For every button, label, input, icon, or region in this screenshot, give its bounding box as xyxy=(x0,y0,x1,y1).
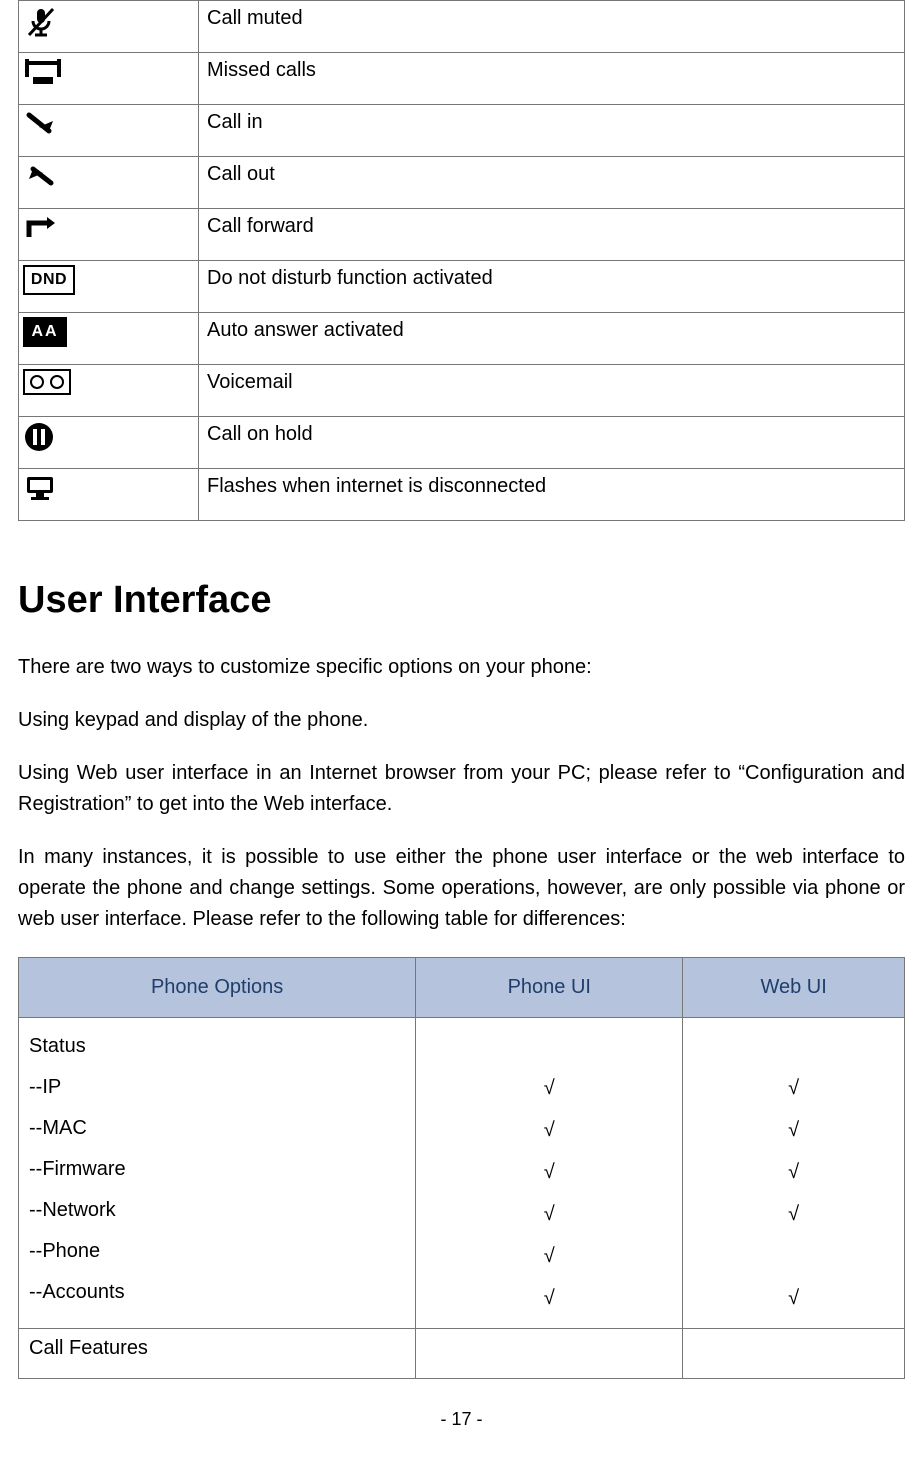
call-in-icon xyxy=(23,109,59,139)
section-title: User Interface xyxy=(18,579,905,622)
icon-label: Call muted xyxy=(199,1,905,53)
empty-cell xyxy=(683,1329,905,1379)
icon-label: Do not disturb function activated xyxy=(199,261,905,313)
paragraph: Using Web user interface in an Internet … xyxy=(18,758,905,820)
call-hold-icon xyxy=(23,421,55,453)
paragraph: There are two ways to customize specific… xyxy=(18,652,905,683)
check-mark: √ xyxy=(426,1278,672,1320)
mic-muted-icon xyxy=(23,5,59,41)
status-item: --MAC xyxy=(29,1108,405,1149)
status-group-title: Status xyxy=(29,1026,405,1067)
icon-cell xyxy=(19,417,199,469)
status-item: --Firmware xyxy=(29,1149,405,1190)
icon-cell xyxy=(19,1,199,53)
icon-label: Auto answer activated xyxy=(199,313,905,365)
icon-cell: AA xyxy=(19,313,199,365)
table-row: Voicemail xyxy=(19,365,905,417)
icon-cell xyxy=(19,53,199,105)
status-item: --Accounts xyxy=(29,1272,405,1313)
icon-cell xyxy=(19,105,199,157)
table-row: AA Auto answer activated xyxy=(19,313,905,365)
table-row: Call Features xyxy=(19,1329,905,1379)
status-item: --Network xyxy=(29,1190,405,1231)
check-mark: √ xyxy=(426,1236,672,1278)
icon-cell xyxy=(19,365,199,417)
check-mark: √ xyxy=(693,1068,894,1110)
table-row: DND Do not disturb function activated xyxy=(19,261,905,313)
table-row: Missed calls xyxy=(19,53,905,105)
col-header-web-ui: Web UI xyxy=(683,958,905,1018)
icon-label: Voicemail xyxy=(199,365,905,417)
status-item: --IP xyxy=(29,1067,405,1108)
table-row: Status --IP --MAC --Firmware --Network -… xyxy=(19,1018,905,1329)
icon-cell xyxy=(19,209,199,261)
check-mark: √ xyxy=(693,1152,894,1194)
icon-label: Call forward xyxy=(199,209,905,261)
icon-label: Call on hold xyxy=(199,417,905,469)
spacer xyxy=(693,1026,894,1068)
icon-label: Missed calls xyxy=(199,53,905,105)
col-header-options: Phone Options xyxy=(19,958,416,1018)
table-row: Call out xyxy=(19,157,905,209)
icon-cell xyxy=(19,157,199,209)
table-row: Call in xyxy=(19,105,905,157)
dnd-icon: DND xyxy=(23,265,75,295)
web-ui-cell: √ √ √ √ √ xyxy=(683,1018,905,1329)
spacer xyxy=(426,1026,672,1068)
status-item: --Phone xyxy=(29,1231,405,1272)
call-out-icon xyxy=(23,161,59,191)
internet-disconnected-icon xyxy=(23,473,57,503)
icon-label: Call in xyxy=(199,105,905,157)
paragraph: In many instances, it is possible to use… xyxy=(18,842,905,935)
paragraph: Using keypad and display of the phone. xyxy=(18,705,905,736)
check-mark: √ xyxy=(426,1194,672,1236)
missed-calls-icon xyxy=(23,57,63,87)
options-table: Phone Options Phone UI Web UI Status --I… xyxy=(18,957,905,1379)
check-mark xyxy=(693,1236,894,1278)
check-mark: √ xyxy=(426,1110,672,1152)
check-mark: √ xyxy=(693,1278,894,1320)
table-row: Flashes when internet is disconnected xyxy=(19,469,905,521)
check-mark: √ xyxy=(693,1194,894,1236)
auto-answer-icon: AA xyxy=(23,317,67,347)
call-forward-icon xyxy=(23,213,59,243)
empty-cell xyxy=(416,1329,683,1379)
call-features-cell: Call Features xyxy=(19,1329,416,1379)
voicemail-icon xyxy=(23,369,71,395)
table-row: Call on hold xyxy=(19,417,905,469)
table-row: Call muted xyxy=(19,1,905,53)
table-row: Call forward xyxy=(19,209,905,261)
icon-legend-table: Call muted Missed calls xyxy=(18,0,905,521)
icon-label: Call out xyxy=(199,157,905,209)
check-mark: √ xyxy=(693,1110,894,1152)
icon-cell xyxy=(19,469,199,521)
check-mark: √ xyxy=(426,1152,672,1194)
col-header-phone-ui: Phone UI xyxy=(416,958,683,1018)
icon-label: Flashes when internet is disconnected xyxy=(199,469,905,521)
icon-cell: DND xyxy=(19,261,199,313)
phone-ui-cell: √ √ √ √ √ √ xyxy=(416,1018,683,1329)
status-names-cell: Status --IP --MAC --Firmware --Network -… xyxy=(19,1018,416,1329)
check-mark: √ xyxy=(426,1068,672,1110)
page: Call muted Missed calls xyxy=(0,0,923,1475)
table-header-row: Phone Options Phone UI Web UI xyxy=(19,958,905,1018)
page-number: - 17 - xyxy=(18,1409,905,1430)
